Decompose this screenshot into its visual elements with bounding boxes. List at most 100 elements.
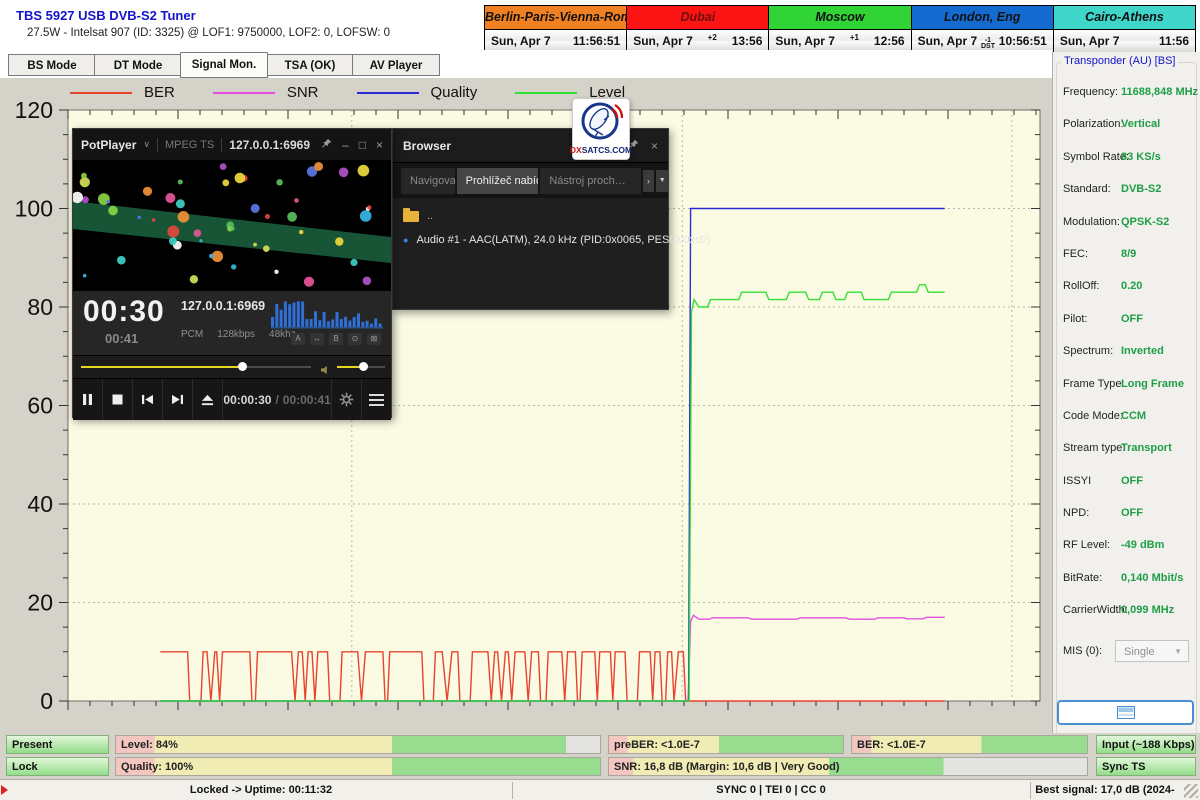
field-value: 11688,848 MHz — [1121, 86, 1198, 98]
clock-time: 10:56:51 — [999, 34, 1047, 48]
statusbar-best-signal: Best signal: 17,0 dB (2024-04-07 11:56) — [1030, 780, 1180, 800]
browser-tabs: Navigovat Prohlížeč nabídky Nástroj proc… — [393, 163, 668, 198]
input-badge: Input (~188 Kbps) — [1096, 735, 1196, 754]
clock-city: Dubai — [627, 6, 768, 30]
field-label: Standard: — [1063, 183, 1111, 195]
codec-info: PCM 128kbps 48khz — [181, 329, 296, 340]
volume-handle[interactable] — [359, 362, 368, 371]
transponder-field-row: ISSYIOFF — [1053, 467, 1200, 499]
alert-flag-icon — [1, 785, 8, 795]
stop-button[interactable] — [103, 379, 133, 420]
pin-icon[interactable] — [321, 138, 332, 152]
bullet-icon: ● — [403, 235, 408, 245]
transponder-field-row: Standard:DVB-S2 — [1053, 175, 1200, 207]
transponder-field-row: CarrierWidth:0,099 MHz — [1053, 596, 1200, 628]
panel-toggle-button[interactable] — [1057, 700, 1194, 725]
lock-badge: Lock — [6, 757, 109, 776]
y-axis-label: 20 — [27, 590, 53, 616]
app-window: TBS 5927 USB DVB-S2 Tuner 27.5W - Intels… — [0, 0, 1200, 800]
resize-grip[interactable] — [1184, 784, 1198, 798]
clock-date: Sun, Apr 7 — [491, 34, 551, 48]
clock-date: Sun, Apr 7 — [1060, 34, 1120, 48]
snr-legend-line — [213, 92, 275, 94]
statusbar-uptime: Locked -> Uptime: 00:11:32 — [10, 780, 512, 800]
y-axis-label: 40 — [27, 491, 53, 517]
tab-bs-mode[interactable]: BS Mode — [8, 54, 96, 76]
fullscreen-icon[interactable]: ⊠ — [367, 333, 381, 345]
transponder-sidebar: Transponder (AU) [BS] Frequency:11688,84… — [1052, 52, 1200, 779]
tab-av-player[interactable]: AV Player — [352, 54, 440, 76]
browser-title: Browser — [403, 139, 451, 153]
field-label: Polarization: — [1063, 118, 1124, 130]
transponder-field-row: RollOff:0.20 — [1053, 272, 1200, 304]
dxsatcs-logo: DXSATCS.COM — [572, 98, 630, 160]
field-value: OFF — [1121, 313, 1143, 325]
clock-column: MoscowSun, Apr 7+112:56 — [768, 6, 910, 52]
ber-legend-line — [70, 92, 132, 94]
seek-handle[interactable] — [238, 362, 247, 371]
transponder-field-row: Pilot: OFF — [1053, 305, 1200, 337]
tab-dt-mode[interactable]: DT Mode — [94, 54, 182, 76]
b-point-button[interactable]: B — [329, 333, 343, 345]
transponder-field-row: RF Level:-49 dBm — [1053, 531, 1200, 563]
field-label: Symbol Rate: — [1063, 151, 1129, 163]
tab-navigovat[interactable]: Navigovat — [401, 168, 455, 194]
field-label: NPD: — [1063, 507, 1089, 519]
transponder-field-row: Frame Type:Long Frame — [1053, 370, 1200, 402]
stream-format-label: MPEG TS — [165, 139, 214, 151]
pause-button[interactable] — [73, 379, 103, 420]
field-value: 0,099 MHz — [1121, 604, 1174, 616]
potplayer-titlebar[interactable]: PotPlayer ∨ MPEG TS 127.0.0.1:6969 – □ × — [73, 129, 391, 161]
audio-track-row[interactable]: ● Audio #1 - AAC(LATM), 24.0 kHz (PID:0x… — [393, 228, 668, 252]
clock-city: London, Eng — [912, 6, 1053, 30]
settings-button[interactable] — [331, 379, 361, 420]
stripes-icon — [1117, 706, 1135, 719]
volume-bar[interactable] — [337, 366, 385, 368]
chevron-down-icon[interactable]: ∨ — [143, 139, 150, 150]
y-axis-label: 100 — [15, 196, 53, 222]
transponder-field-row: Stream type:Transport — [1053, 434, 1200, 466]
seek-bar[interactable] — [81, 366, 311, 368]
video-canvas[interactable] — [73, 161, 391, 290]
close-icon[interactable]: × — [651, 139, 658, 153]
repeat-icon[interactable]: ⊙ — [348, 333, 362, 345]
field-value: 0,140 Mbit/s — [1121, 572, 1183, 584]
close-icon[interactable]: × — [376, 138, 383, 152]
y-axis-label: 60 — [27, 393, 53, 419]
eject-button[interactable] — [193, 379, 223, 420]
logo-text: DXSATCS.COM — [570, 145, 632, 155]
field-label: Pilot: — [1063, 313, 1087, 325]
transponder-field-row: FEC:8/9 — [1053, 240, 1200, 272]
tuner-subtitle: 27.5W - Intelsat 907 (ID: 3325) @ LOF1: … — [27, 27, 390, 39]
clock-city: Moscow — [769, 6, 910, 30]
y-axis-label: 0 — [40, 688, 53, 714]
transponder-field-row: NPD:OFF — [1053, 499, 1200, 531]
parent-folder-row[interactable]: .. — [393, 204, 668, 228]
level-bar: Level: 84% — [115, 735, 601, 754]
transponder-title: Transponder (AU) [BS] — [1061, 55, 1178, 67]
tab-tsa[interactable]: TSA (OK) — [266, 54, 354, 76]
clock-time: 12:56 — [874, 34, 905, 48]
field-value: QPSK-S2 — [1121, 216, 1169, 228]
minimize-icon[interactable]: – — [342, 138, 349, 152]
browser-content: .. ● Audio #1 - AAC(LATM), 24.0 kHz (PID… — [393, 198, 668, 252]
menu-button[interactable] — [361, 379, 391, 420]
ber-bar: BER: <1.0E-7 — [851, 735, 1088, 754]
a-point-button[interactable]: A — [291, 333, 305, 345]
swap-icon[interactable]: ↔ — [310, 333, 324, 345]
duration-time: 00:00:41 — [283, 393, 331, 407]
clock-date: Sun, Apr 7 — [633, 34, 693, 48]
next-button[interactable] — [163, 379, 193, 420]
potplayer-title: PotPlayer — [81, 138, 136, 152]
tab-prohlizec-nabidky[interactable]: Prohlížeč nabídky — [457, 168, 539, 194]
field-label: RollOff: — [1063, 280, 1099, 292]
mis-dropdown[interactable]: Single ▼ — [1115, 640, 1189, 662]
scroll-right-icon[interactable]: › — [643, 170, 655, 192]
previous-button[interactable] — [133, 379, 163, 420]
dropdown-icon[interactable]: ▼ — [656, 170, 668, 192]
maximize-icon[interactable]: □ — [359, 138, 366, 152]
field-label: Frequency: — [1063, 86, 1118, 98]
clock-city: Berlin-Paris-Vienna-Roma — [485, 6, 626, 30]
tab-signal-mon[interactable]: Signal Mon. — [180, 52, 268, 78]
tab-nastroj-prochazeni[interactable]: Nástroj procházení tit... — [540, 168, 640, 194]
